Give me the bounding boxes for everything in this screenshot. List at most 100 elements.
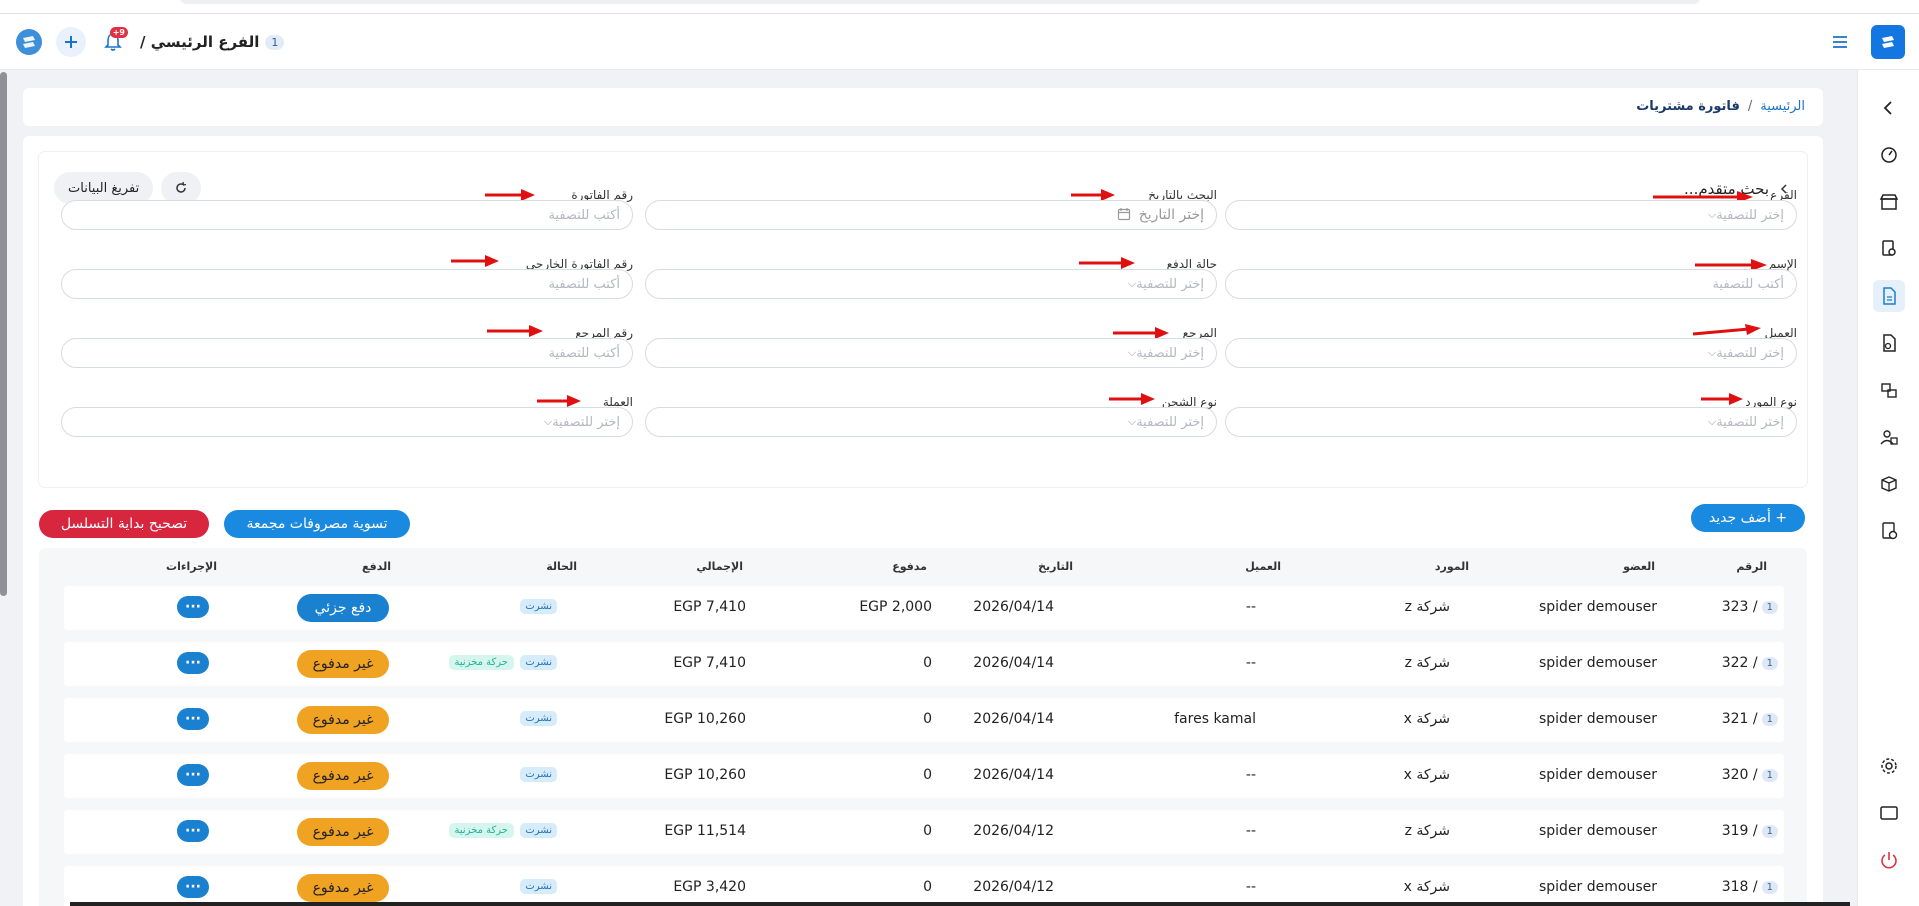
notifications-bell-icon[interactable]: +9 bbox=[98, 27, 128, 57]
settings-icon[interactable] bbox=[1873, 750, 1905, 782]
member-name: spider demouser bbox=[1538, 767, 1657, 783]
payment-status-button[interactable]: غير مدفوع bbox=[297, 650, 389, 678]
table-row[interactable]: 318 /1 spider demouser شركة x -- 2026/04/12 0… bbox=[64, 866, 1784, 906]
fix-sequence-button[interactable]: تصحيح بداية التسلسل bbox=[39, 510, 209, 538]
app-logo-icon[interactable] bbox=[14, 27, 44, 57]
payment-status-button[interactable]: غير مدفوع bbox=[297, 706, 389, 734]
member-name: spider demouser bbox=[1538, 823, 1657, 839]
supplier-type-select[interactable]: إختر للتصفية ⌵ bbox=[1225, 407, 1797, 437]
power-icon[interactable] bbox=[1873, 844, 1905, 876]
invoice-date: 2026/04/14 bbox=[973, 599, 1054, 615]
boxes-icon[interactable] bbox=[1873, 374, 1905, 406]
invoice-number[interactable]: 320 /1 bbox=[1722, 767, 1778, 783]
page-scrollbar[interactable] bbox=[0, 72, 7, 596]
store-icon[interactable] bbox=[1873, 186, 1905, 218]
more-actions-button[interactable]: ··· bbox=[177, 652, 209, 674]
search-doc-icon[interactable] bbox=[1873, 233, 1905, 265]
report-icon[interactable] bbox=[1873, 515, 1905, 547]
col-member[interactable]: العضو bbox=[1623, 560, 1655, 573]
branch-badge: 1 bbox=[1761, 824, 1778, 838]
reference-number-input[interactable]: أكتب للتصفية bbox=[61, 338, 633, 368]
breadcrumb-home[interactable]: الرئيسية bbox=[1760, 99, 1805, 114]
advanced-search-panel: بحث متقدم... تفريغ البيانات الفرع إختر ل… bbox=[39, 152, 1807, 487]
package-icon[interactable] bbox=[1873, 468, 1905, 500]
add-new-button[interactable]: + أضف جديد bbox=[1691, 504, 1805, 532]
branch-number-badge: 1 bbox=[265, 34, 285, 50]
refresh-icon bbox=[176, 181, 187, 193]
menu-icon[interactable] bbox=[1829, 32, 1851, 52]
shipping-type-select[interactable]: إختر للتصفية ⌵ bbox=[645, 407, 1217, 437]
branch-badge: 1 bbox=[1761, 712, 1778, 726]
payment-status-button[interactable]: غير مدفوع bbox=[297, 762, 389, 790]
payment-status-button[interactable]: غير مدفوع bbox=[297, 874, 389, 902]
invoices-table: الرقم العضو المورد العميل التاريخ مدفوع … bbox=[39, 548, 1807, 906]
branch-name: الفرع الرئيسي / bbox=[140, 33, 260, 51]
more-actions-button[interactable]: ··· bbox=[177, 764, 209, 786]
window-icon[interactable] bbox=[1873, 797, 1905, 829]
branch-selector[interactable]: 1 الفرع الرئيسي / bbox=[140, 33, 285, 51]
paid-amount: 0 bbox=[923, 879, 932, 895]
table-row[interactable]: 323 /1 spider demouser شركة z -- 2026/04/14 E… bbox=[64, 586, 1784, 630]
table-row[interactable]: 320 /1 spider demouser شركة x -- 2026/04/14 0… bbox=[64, 754, 1784, 798]
table-row[interactable]: 321 /1 spider demouser شركة x fares kamal 20… bbox=[64, 698, 1784, 742]
bottom-edge bbox=[70, 902, 1850, 906]
add-icon[interactable] bbox=[56, 27, 86, 57]
brand-logo-icon[interactable] bbox=[1871, 25, 1905, 59]
dashboard-icon[interactable] bbox=[1873, 139, 1905, 171]
bulk-settle-button[interactable]: تسوية مصروفات مجمعة bbox=[224, 510, 410, 538]
more-actions-button[interactable]: ··· bbox=[177, 708, 209, 730]
date-picker[interactable]: إختر التاريخ bbox=[645, 200, 1217, 230]
invoice-number[interactable]: 319 /1 bbox=[1722, 823, 1778, 839]
users-icon[interactable] bbox=[1873, 421, 1905, 453]
invoice-number-input[interactable]: أكتب للتصفية bbox=[61, 200, 633, 230]
currency-select[interactable]: إختر للتصفية ⌵ bbox=[61, 407, 633, 437]
payment-status-button[interactable]: غير مدفوع bbox=[297, 818, 389, 846]
total-amount: EGP 3,420 bbox=[673, 879, 746, 895]
col-number[interactable]: الرقم bbox=[1736, 560, 1767, 573]
invoice-number[interactable]: 318 /1 bbox=[1722, 879, 1778, 895]
col-date[interactable]: التاريخ bbox=[1038, 560, 1073, 573]
customer-name: -- bbox=[1245, 655, 1256, 671]
payment-status-button[interactable]: دفع جزئي bbox=[297, 594, 389, 622]
doc-icon[interactable] bbox=[1873, 327, 1905, 359]
table-row[interactable]: 319 /1 spider demouser شركة z -- 2026/04/12 0… bbox=[64, 810, 1784, 854]
col-paid[interactable]: مدفوع bbox=[892, 560, 927, 573]
more-actions-button[interactable]: ··· bbox=[177, 876, 209, 898]
status-badge: نشرت bbox=[520, 655, 557, 670]
total-amount: EGP 10,260 bbox=[664, 767, 746, 783]
branch-select[interactable]: إختر للتصفية ⌵ bbox=[1225, 200, 1797, 230]
supplier-name: شركة x bbox=[1403, 879, 1450, 895]
stock-movement-badge: حركة مخزنية bbox=[448, 655, 514, 670]
notification-count-badge: +9 bbox=[109, 27, 128, 38]
table-row[interactable]: 322 /1 spider demouser شركة z -- 2026/04/14 0… bbox=[64, 642, 1784, 686]
more-actions-button[interactable]: ··· bbox=[177, 820, 209, 842]
paid-amount: 0 bbox=[923, 823, 932, 839]
invoice-icon[interactable] bbox=[1873, 280, 1905, 312]
col-payment[interactable]: الدفع bbox=[362, 560, 391, 573]
red-arrow-icon bbox=[1109, 393, 1155, 405]
payment-status-select[interactable]: إختر للتصفية ⌵ bbox=[645, 269, 1217, 299]
more-actions-button[interactable]: ··· bbox=[177, 596, 209, 618]
col-total[interactable]: الإجمالي bbox=[696, 560, 743, 573]
invoice-number[interactable]: 321 /1 bbox=[1722, 711, 1778, 727]
col-actions[interactable]: الإجراءات bbox=[166, 560, 217, 573]
branch-badge: 1 bbox=[1761, 768, 1778, 782]
invoice-date: 2026/04/12 bbox=[973, 823, 1054, 839]
name-input[interactable]: أكتب للتصفية bbox=[1225, 269, 1797, 299]
breadcrumb-card: الرئيسية / فاتورة مشتريات bbox=[23, 88, 1823, 126]
invoice-date: 2026/04/12 bbox=[973, 879, 1054, 895]
paid-amount: 0 bbox=[923, 655, 932, 671]
row-number: 318 / bbox=[1721, 879, 1758, 895]
col-customer[interactable]: العميل bbox=[1245, 560, 1281, 573]
col-supplier[interactable]: المورد bbox=[1435, 560, 1469, 573]
invoice-number[interactable]: 322 /1 bbox=[1722, 655, 1778, 671]
reference-select[interactable]: إختر للتصفية ⌵ bbox=[645, 338, 1217, 368]
breadcrumb-separator: / bbox=[1747, 99, 1753, 114]
customer-select[interactable]: إختر للتصفية ⌵ bbox=[1225, 338, 1797, 368]
external-invoice-input[interactable]: أكتب للتصفية bbox=[61, 269, 633, 299]
customer-name: -- bbox=[1245, 767, 1256, 783]
supplier-name: شركة x bbox=[1403, 711, 1450, 727]
back-chevron-icon[interactable] bbox=[1873, 92, 1905, 124]
invoice-number[interactable]: 323 /1 bbox=[1722, 599, 1778, 615]
col-status[interactable]: الحالة bbox=[546, 560, 577, 573]
